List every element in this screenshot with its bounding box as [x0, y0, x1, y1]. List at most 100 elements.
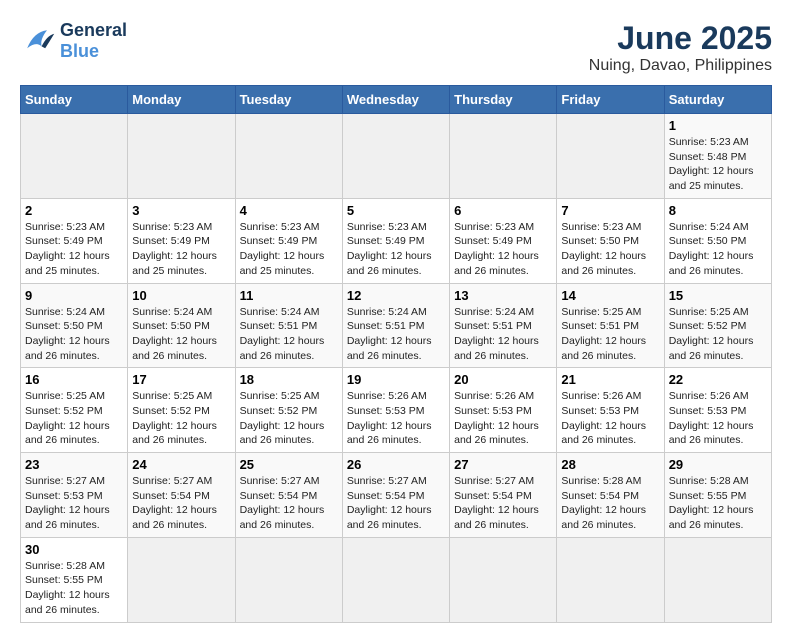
- table-row: 27 Sunrise: 5:27 AMSunset: 5:54 PMDaylig…: [450, 453, 557, 538]
- calendar-subtitle: Nuing, Davao, Philippines: [589, 57, 772, 75]
- day-info: Sunrise: 5:26 AMSunset: 5:53 PMDaylight:…: [454, 389, 552, 448]
- header-tuesday: Tuesday: [235, 86, 342, 114]
- table-row: 15 Sunrise: 5:25 AMSunset: 5:52 PMDaylig…: [664, 283, 771, 368]
- table-row: [664, 537, 771, 622]
- header-thursday: Thursday: [450, 86, 557, 114]
- table-row: 7 Sunrise: 5:23 AMSunset: 5:50 PMDayligh…: [557, 198, 664, 283]
- table-row: 26 Sunrise: 5:27 AMSunset: 5:54 PMDaylig…: [342, 453, 449, 538]
- table-row: 3 Sunrise: 5:23 AMSunset: 5:49 PMDayligh…: [128, 198, 235, 283]
- calendar-week-row: 16 Sunrise: 5:25 AMSunset: 5:52 PMDaylig…: [21, 368, 772, 453]
- day-number: 8: [669, 203, 767, 218]
- header-friday: Friday: [557, 86, 664, 114]
- table-row: 28 Sunrise: 5:28 AMSunset: 5:54 PMDaylig…: [557, 453, 664, 538]
- table-row: 18 Sunrise: 5:25 AMSunset: 5:52 PMDaylig…: [235, 368, 342, 453]
- day-number: 3: [132, 203, 230, 218]
- table-row: 29 Sunrise: 5:28 AMSunset: 5:55 PMDaylig…: [664, 453, 771, 538]
- day-info: Sunrise: 5:23 AMSunset: 5:49 PMDaylight:…: [454, 220, 552, 279]
- day-number: 6: [454, 203, 552, 218]
- table-row: [450, 114, 557, 199]
- day-number: 2: [25, 203, 123, 218]
- calendar-week-row: 30 Sunrise: 5:28 AMSunset: 5:55 PMDaylig…: [21, 537, 772, 622]
- day-info: Sunrise: 5:27 AMSunset: 5:53 PMDaylight:…: [25, 474, 123, 533]
- calendar-title: June 2025: [589, 20, 772, 57]
- day-info: Sunrise: 5:23 AMSunset: 5:49 PMDaylight:…: [132, 220, 230, 279]
- table-row: 25 Sunrise: 5:27 AMSunset: 5:54 PMDaylig…: [235, 453, 342, 538]
- day-number: 14: [561, 288, 659, 303]
- day-number: 12: [347, 288, 445, 303]
- day-info: Sunrise: 5:28 AMSunset: 5:54 PMDaylight:…: [561, 474, 659, 533]
- page-header: General Blue June 2025 Nuing, Davao, Phi…: [20, 20, 772, 75]
- table-row: [342, 114, 449, 199]
- table-row: [450, 537, 557, 622]
- day-number: 24: [132, 457, 230, 472]
- table-row: 30 Sunrise: 5:28 AMSunset: 5:55 PMDaylig…: [21, 537, 128, 622]
- day-number: 10: [132, 288, 230, 303]
- calendar-week-row: 9 Sunrise: 5:24 AMSunset: 5:50 PMDayligh…: [21, 283, 772, 368]
- table-row: 17 Sunrise: 5:25 AMSunset: 5:52 PMDaylig…: [128, 368, 235, 453]
- day-number: 25: [240, 457, 338, 472]
- day-info: Sunrise: 5:24 AMSunset: 5:51 PMDaylight:…: [240, 305, 338, 364]
- header-sunday: Sunday: [21, 86, 128, 114]
- table-row: 10 Sunrise: 5:24 AMSunset: 5:50 PMDaylig…: [128, 283, 235, 368]
- day-info: Sunrise: 5:28 AMSunset: 5:55 PMDaylight:…: [669, 474, 767, 533]
- day-info: Sunrise: 5:25 AMSunset: 5:52 PMDaylight:…: [669, 305, 767, 364]
- table-row: 24 Sunrise: 5:27 AMSunset: 5:54 PMDaylig…: [128, 453, 235, 538]
- table-row: [128, 114, 235, 199]
- table-row: 12 Sunrise: 5:24 AMSunset: 5:51 PMDaylig…: [342, 283, 449, 368]
- table-row: 19 Sunrise: 5:26 AMSunset: 5:53 PMDaylig…: [342, 368, 449, 453]
- table-row: 8 Sunrise: 5:24 AMSunset: 5:50 PMDayligh…: [664, 198, 771, 283]
- day-info: Sunrise: 5:26 AMSunset: 5:53 PMDaylight:…: [561, 389, 659, 448]
- table-row: [235, 537, 342, 622]
- table-row: 5 Sunrise: 5:23 AMSunset: 5:49 PMDayligh…: [342, 198, 449, 283]
- day-number: 17: [132, 372, 230, 387]
- table-row: 23 Sunrise: 5:27 AMSunset: 5:53 PMDaylig…: [21, 453, 128, 538]
- day-info: Sunrise: 5:24 AMSunset: 5:50 PMDaylight:…: [132, 305, 230, 364]
- day-number: 23: [25, 457, 123, 472]
- table-row: [128, 537, 235, 622]
- day-number: 16: [25, 372, 123, 387]
- header-saturday: Saturday: [664, 86, 771, 114]
- day-info: Sunrise: 5:25 AMSunset: 5:52 PMDaylight:…: [25, 389, 123, 448]
- day-info: Sunrise: 5:27 AMSunset: 5:54 PMDaylight:…: [132, 474, 230, 533]
- day-number: 28: [561, 457, 659, 472]
- calendar-week-row: 1 Sunrise: 5:23 AMSunset: 5:48 PMDayligh…: [21, 114, 772, 199]
- table-row: 6 Sunrise: 5:23 AMSunset: 5:49 PMDayligh…: [450, 198, 557, 283]
- table-row: 4 Sunrise: 5:23 AMSunset: 5:49 PMDayligh…: [235, 198, 342, 283]
- day-info: Sunrise: 5:23 AMSunset: 5:49 PMDaylight:…: [240, 220, 338, 279]
- day-info: Sunrise: 5:26 AMSunset: 5:53 PMDaylight:…: [669, 389, 767, 448]
- day-info: Sunrise: 5:26 AMSunset: 5:53 PMDaylight:…: [347, 389, 445, 448]
- day-info: Sunrise: 5:23 AMSunset: 5:50 PMDaylight:…: [561, 220, 659, 279]
- table-row: 14 Sunrise: 5:25 AMSunset: 5:51 PMDaylig…: [557, 283, 664, 368]
- day-number: 27: [454, 457, 552, 472]
- table-row: [342, 537, 449, 622]
- table-row: 11 Sunrise: 5:24 AMSunset: 5:51 PMDaylig…: [235, 283, 342, 368]
- header-wednesday: Wednesday: [342, 86, 449, 114]
- day-info: Sunrise: 5:27 AMSunset: 5:54 PMDaylight:…: [454, 474, 552, 533]
- table-row: [557, 537, 664, 622]
- day-info: Sunrise: 5:23 AMSunset: 5:48 PMDaylight:…: [669, 135, 767, 194]
- header-monday: Monday: [128, 86, 235, 114]
- day-info: Sunrise: 5:24 AMSunset: 5:50 PMDaylight:…: [669, 220, 767, 279]
- table-row: [557, 114, 664, 199]
- day-number: 21: [561, 372, 659, 387]
- calendar-table: Sunday Monday Tuesday Wednesday Thursday…: [20, 85, 772, 623]
- day-number: 7: [561, 203, 659, 218]
- day-number: 11: [240, 288, 338, 303]
- day-number: 4: [240, 203, 338, 218]
- table-row: [21, 114, 128, 199]
- logo-blue: Blue: [60, 41, 127, 62]
- calendar-week-row: 23 Sunrise: 5:27 AMSunset: 5:53 PMDaylig…: [21, 453, 772, 538]
- day-number: 26: [347, 457, 445, 472]
- day-number: 20: [454, 372, 552, 387]
- table-row: 1 Sunrise: 5:23 AMSunset: 5:48 PMDayligh…: [664, 114, 771, 199]
- day-number: 9: [25, 288, 123, 303]
- day-info: Sunrise: 5:25 AMSunset: 5:52 PMDaylight:…: [132, 389, 230, 448]
- day-info: Sunrise: 5:28 AMSunset: 5:55 PMDaylight:…: [25, 559, 123, 618]
- table-row: 9 Sunrise: 5:24 AMSunset: 5:50 PMDayligh…: [21, 283, 128, 368]
- logo-text: General Blue: [60, 20, 127, 62]
- table-row: 22 Sunrise: 5:26 AMSunset: 5:53 PMDaylig…: [664, 368, 771, 453]
- day-number: 13: [454, 288, 552, 303]
- logo-general: General: [60, 20, 127, 41]
- table-row: 21 Sunrise: 5:26 AMSunset: 5:53 PMDaylig…: [557, 368, 664, 453]
- day-info: Sunrise: 5:24 AMSunset: 5:51 PMDaylight:…: [454, 305, 552, 364]
